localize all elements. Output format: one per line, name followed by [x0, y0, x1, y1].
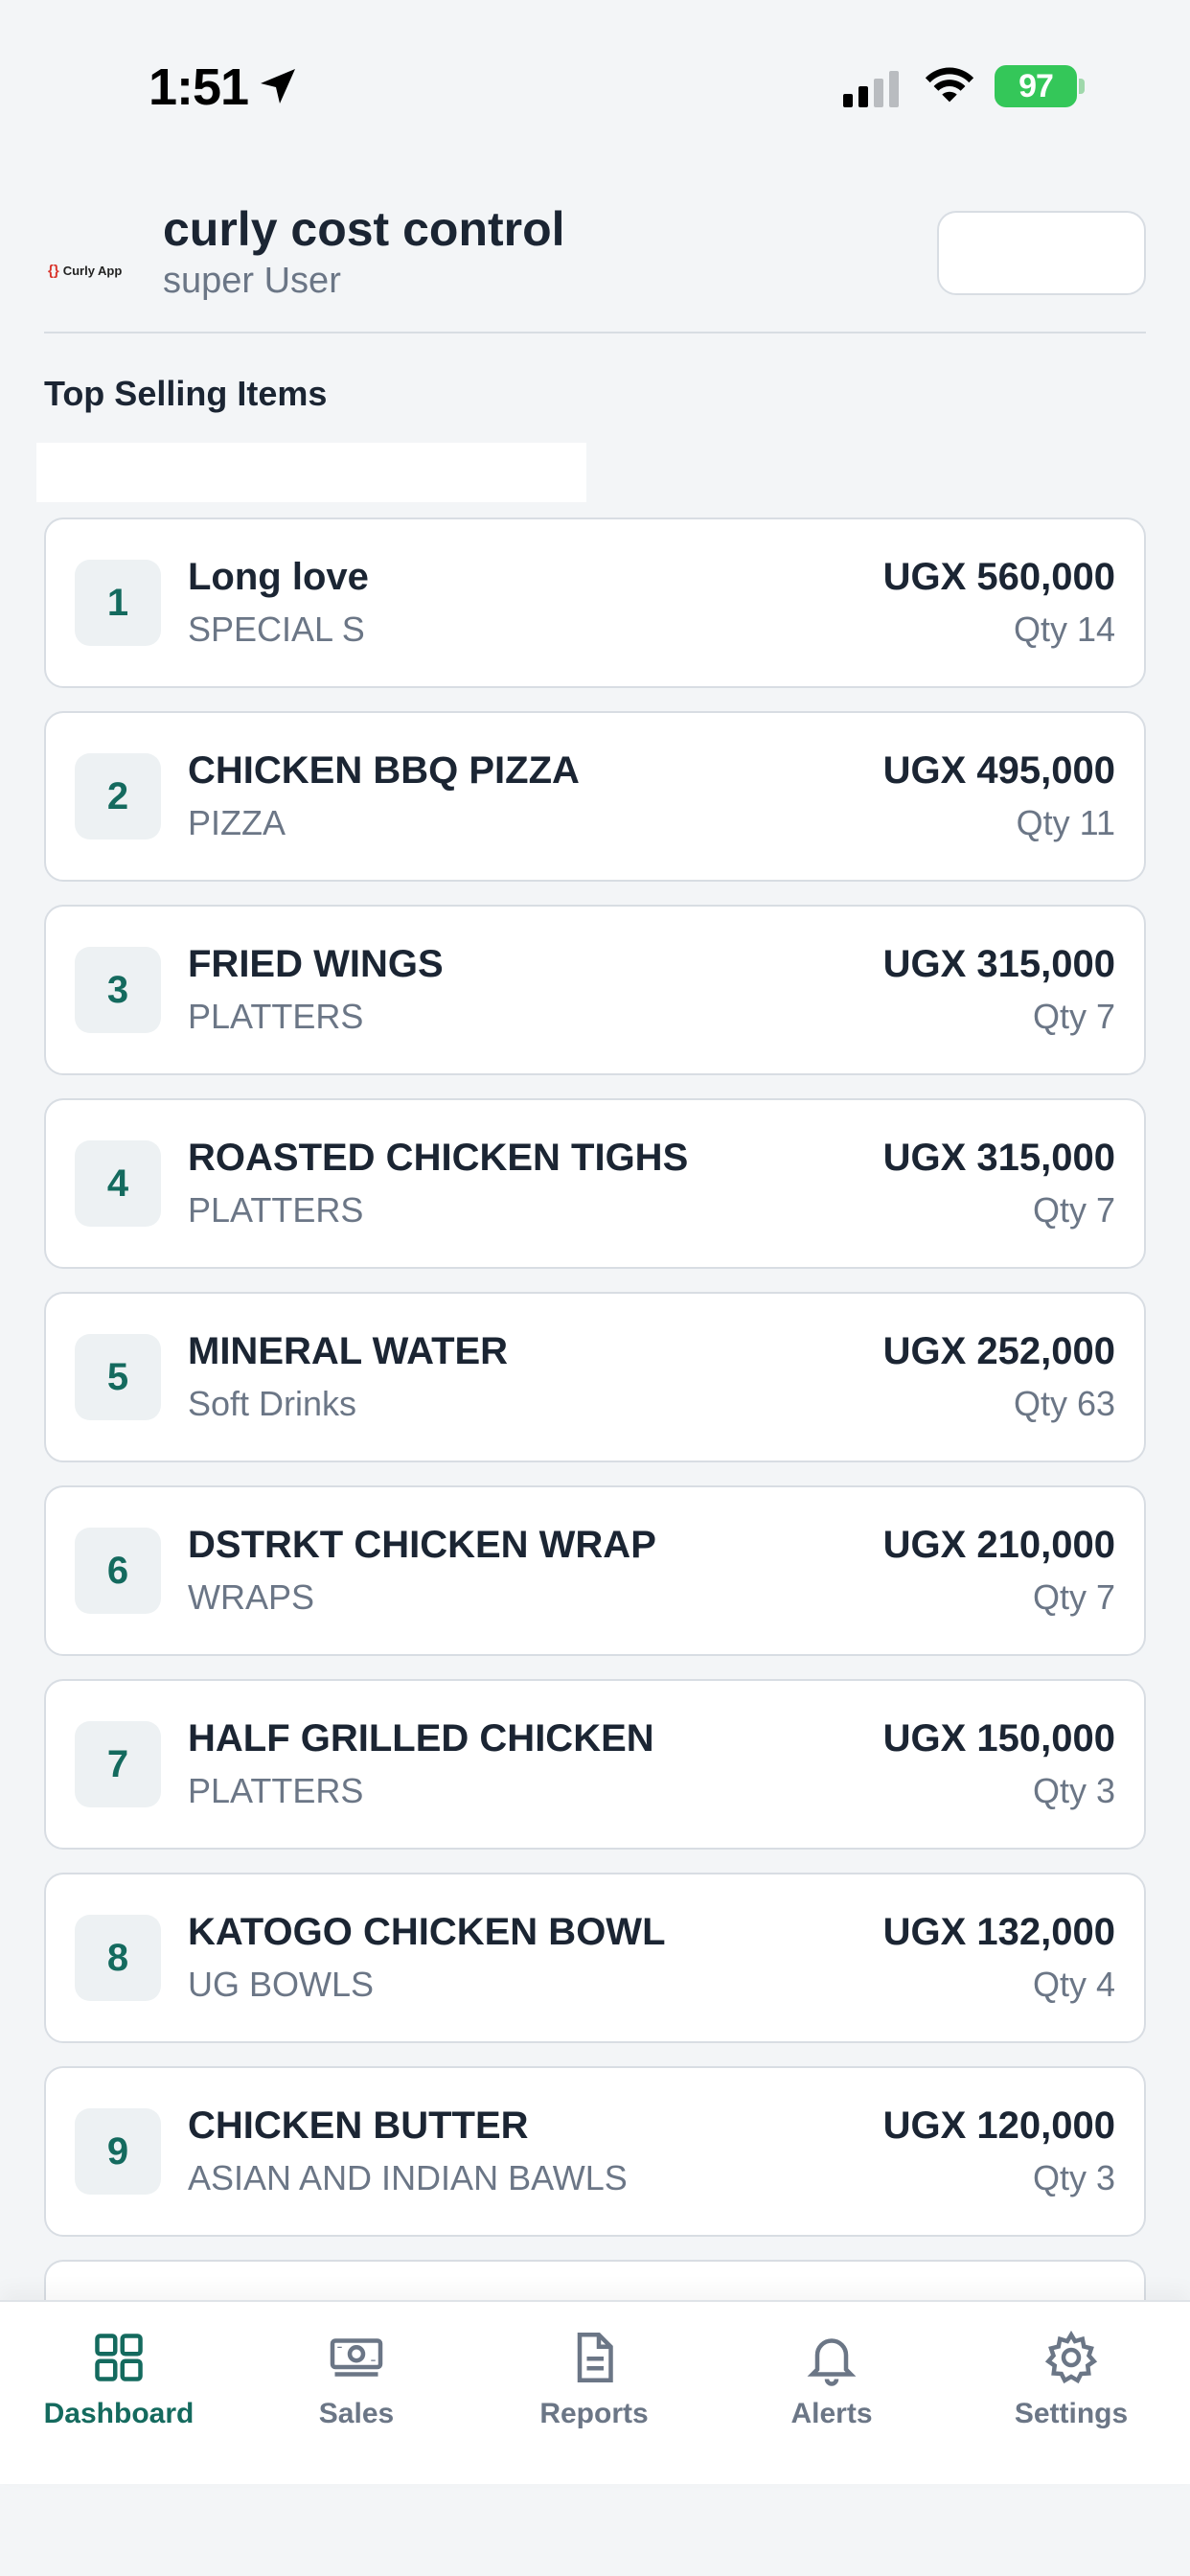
cellular-signal-icon	[843, 71, 899, 107]
nav-settings-label: Settings	[1014, 2398, 1129, 2429]
rank-badge: 6	[75, 1528, 161, 1614]
nav-dashboard[interactable]: Dashboard	[0, 2329, 238, 2453]
item-name: CHICKEN BUTTER	[188, 2104, 529, 2147]
item-qty: Qty 7	[1032, 1190, 1115, 1230]
status-bar: 1:51 97	[0, 0, 1190, 172]
list-item[interactable]: 6 DSTRKT CHICKEN WRAP WRAPS UGX 210,000 …	[44, 1485, 1146, 1656]
item-amount: UGX 495,000	[882, 749, 1115, 792]
item-amount: UGX 210,000	[882, 1524, 1115, 1566]
item-qty: Qty 7	[1032, 1577, 1115, 1617]
nav-alerts-label: Alerts	[790, 2398, 873, 2429]
rank-badge: 3	[75, 947, 161, 1033]
nav-sales-label: Sales	[318, 2398, 395, 2429]
item-amount: UGX 120,000	[882, 2104, 1115, 2147]
list-item[interactable]: 9 CHICKEN BUTTER ASIAN AND INDIAN BAWLS …	[44, 2066, 1146, 2237]
item-amount: UGX 560,000	[882, 556, 1115, 598]
header-action-box[interactable]	[937, 211, 1146, 295]
app-header: {} Curly App curly cost control super Us…	[0, 192, 1190, 334]
gear-icon	[1044, 2330, 1098, 2384]
list-item[interactable]: 1 Long love SPECIAL S UGX 560,000 Qty 14	[44, 518, 1146, 688]
battery-level: 97	[1018, 67, 1054, 104]
item-qty: Qty 63	[1013, 1384, 1115, 1423]
item-qty: Qty 14	[1013, 610, 1115, 649]
item-category: PIZZA	[188, 803, 286, 842]
item-category: WRAPS	[188, 1577, 315, 1617]
item-name: Long love	[188, 556, 369, 598]
list-item[interactable]: 7 HALF GRILLED CHICKEN PLATTERS UGX 150,…	[44, 1679, 1146, 1850]
bell-icon	[807, 2338, 857, 2386]
rank-badge: 2	[75, 753, 161, 840]
item-category: PLATTERS	[188, 1771, 364, 1810]
item-amount: UGX 132,000	[882, 1911, 1115, 1953]
app-logo: {} Curly App	[48, 240, 134, 301]
location-arrow-icon	[261, 69, 295, 104]
list-item[interactable]: 5 MINERAL WATER Soft Drinks UGX 252,000 …	[44, 1292, 1146, 1462]
item-category: ASIAN AND INDIAN BAWLS	[188, 2158, 628, 2197]
nav-alerts[interactable]: Alerts	[713, 2329, 950, 2453]
rank-badge: 9	[75, 2108, 161, 2195]
item-name: ROASTED CHICKEN TIGHS	[188, 1137, 689, 1179]
header-divider	[44, 332, 1146, 334]
item-name: CHICKEN BBQ PIZZA	[188, 749, 580, 792]
user-role: super User	[163, 261, 341, 301]
rank-badge: 8	[75, 1915, 161, 2001]
list-item[interactable]: 2 CHICKEN BBQ PIZZA PIZZA UGX 495,000 Qt…	[44, 711, 1146, 882]
item-qty: Qty 3	[1032, 1771, 1115, 1810]
item-category: PLATTERS	[188, 997, 364, 1036]
rank-badge: 7	[75, 1721, 161, 1807]
app-title: curly cost control	[163, 202, 565, 256]
rank-badge: 4	[75, 1140, 161, 1227]
item-amount: UGX 252,000	[882, 1330, 1115, 1372]
item-category: SPECIAL S	[188, 610, 365, 649]
nav-reports-label: Reports	[539, 2398, 649, 2429]
top-selling-list: 1 Long love SPECIAL S UGX 560,000 Qty 14…	[44, 518, 1146, 2317]
item-category: PLATTERS	[188, 1190, 364, 1230]
item-name: FRIED WINGS	[188, 943, 444, 985]
item-name: KATOGO CHICKEN BOWL	[188, 1911, 666, 1953]
list-item[interactable]: 8 KATOGO CHICKEN BOWL UG BOWLS UGX 132,0…	[44, 1873, 1146, 2043]
section-title: Top Selling Items	[44, 374, 328, 413]
filter-placeholder[interactable]	[36, 443, 586, 502]
status-time: 1:51	[149, 58, 249, 116]
item-amount: UGX 315,000	[882, 1137, 1115, 1179]
item-category: Soft Drinks	[188, 1384, 357, 1423]
item-name: MINERAL WATER	[188, 1330, 509, 1372]
document-icon	[577, 2333, 613, 2382]
item-name: HALF GRILLED CHICKEN	[188, 1717, 654, 1760]
list-item[interactable]: 4 ROASTED CHICKEN TIGHS PLATTERS UGX 315…	[44, 1098, 1146, 1269]
battery-cap	[1079, 79, 1085, 94]
item-qty: Qty 3	[1032, 2158, 1115, 2197]
logo-braces: {}	[48, 262, 59, 279]
nav-sales[interactable]: Sales	[238, 2329, 475, 2453]
item-amount: UGX 150,000	[882, 1717, 1115, 1760]
item-qty: Qty 4	[1032, 1965, 1115, 2004]
nav-dashboard-label: Dashboard	[43, 2398, 195, 2429]
dashboard-grid-icon	[95, 2334, 143, 2381]
nav-reports[interactable]: Reports	[475, 2329, 713, 2453]
nav-settings[interactable]: Settings	[952, 2329, 1190, 2453]
rank-badge: 1	[75, 560, 161, 646]
item-qty: Qty 7	[1032, 997, 1115, 1036]
banknote-icon	[330, 2338, 383, 2377]
item-qty: Qty 11	[1016, 803, 1115, 842]
item-category: UG BOWLS	[188, 1965, 375, 2004]
wifi-icon	[925, 67, 974, 103]
item-name: DSTRKT CHICKEN WRAP	[188, 1524, 656, 1566]
item-amount: UGX 315,000	[882, 943, 1115, 985]
battery-indicator: 97	[995, 65, 1077, 107]
rank-badge: 5	[75, 1334, 161, 1420]
list-item[interactable]: 3 FRIED WINGS PLATTERS UGX 315,000 Qty 7	[44, 905, 1146, 1075]
bottom-navigation: Dashboard Sales Reports Alerts Settings	[0, 2300, 1190, 2484]
logo-text: Curly App	[62, 263, 123, 278]
